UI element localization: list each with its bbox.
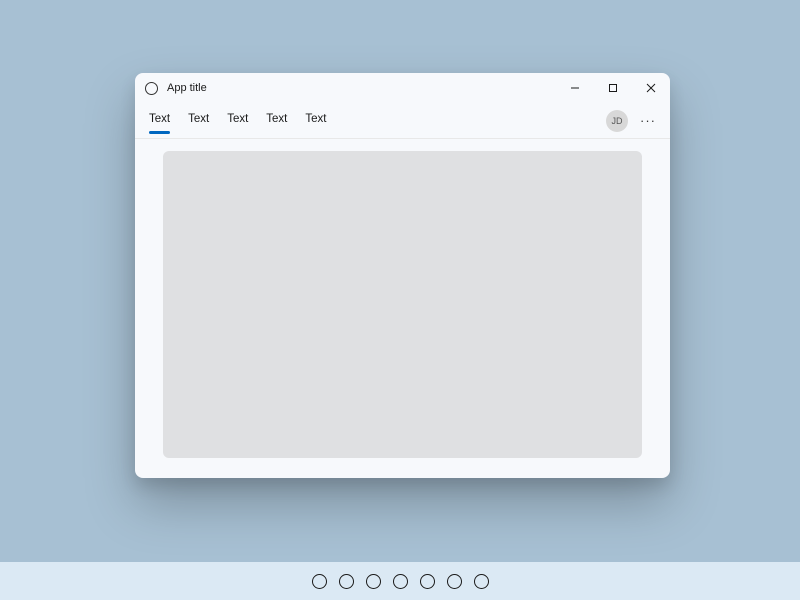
content-placeholder [163, 151, 642, 458]
minimize-icon [570, 83, 580, 93]
menubar-actions: JD ··· [606, 110, 658, 132]
tab-2[interactable]: Text [227, 109, 248, 133]
menubar: Text Text Text Text Text JD ··· [135, 103, 670, 139]
tab-4[interactable]: Text [305, 109, 326, 133]
titlebar: App title [135, 73, 670, 103]
more-icon: ··· [640, 113, 656, 128]
tab-strip: Text Text Text Text Text [149, 109, 326, 133]
app-icon [145, 82, 158, 95]
maximize-button[interactable] [594, 73, 632, 103]
tab-1[interactable]: Text [188, 109, 209, 133]
tab-0[interactable]: Text [149, 109, 170, 133]
avatar[interactable]: JD [606, 110, 628, 132]
taskbar-icon-1[interactable] [339, 574, 354, 589]
app-window: App title Text Text Text Text Text JD ··… [135, 73, 670, 478]
more-button[interactable]: ··· [638, 113, 658, 128]
taskbar [0, 562, 800, 600]
app-title: App title [167, 82, 207, 94]
tab-3[interactable]: Text [266, 109, 287, 133]
taskbar-icon-4[interactable] [420, 574, 435, 589]
window-controls [556, 73, 670, 103]
taskbar-icon-0[interactable] [312, 574, 327, 589]
taskbar-icon-5[interactable] [447, 574, 462, 589]
taskbar-icon-6[interactable] [474, 574, 489, 589]
close-icon [646, 83, 656, 93]
content-area [135, 139, 670, 478]
maximize-icon [608, 83, 618, 93]
minimize-button[interactable] [556, 73, 594, 103]
taskbar-icon-2[interactable] [366, 574, 381, 589]
taskbar-icon-3[interactable] [393, 574, 408, 589]
close-button[interactable] [632, 73, 670, 103]
